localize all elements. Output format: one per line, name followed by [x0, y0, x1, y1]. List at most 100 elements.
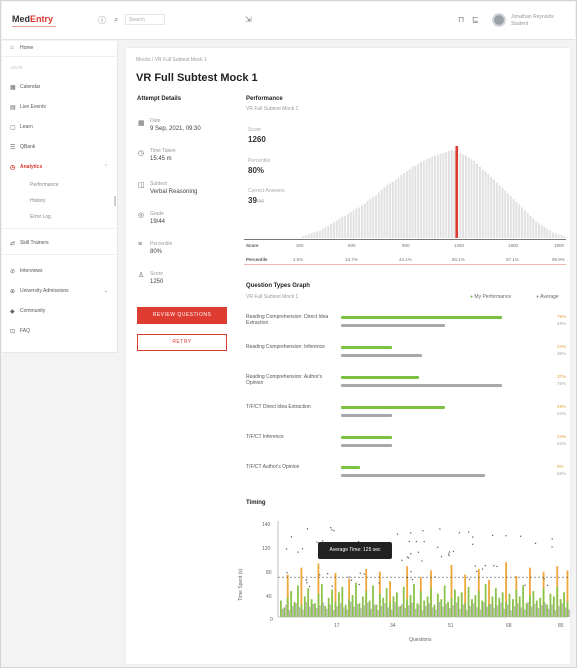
expand-icon[interactable]: ⇲ — [245, 15, 252, 24]
sidebar-item-learn[interactable]: ▢ Learn — [2, 121, 118, 133]
timing-scatter-point — [421, 560, 423, 562]
sidebar-subitem-error-log[interactable]: Error Log — [30, 214, 51, 220]
average-bar — [341, 384, 503, 387]
interviews-icon: ⊘ — [10, 268, 16, 275]
timing-bar-green — [539, 597, 542, 617]
sidebar-subitem-history[interactable]: History — [30, 198, 46, 204]
timing-bar-gray — [544, 602, 546, 617]
breadcrumb[interactable]: Mocks / VR Full Subtest Mock 1 — [136, 57, 207, 63]
logo[interactable]: MedEntry — [12, 14, 53, 24]
histogram-bar — [346, 213, 349, 238]
logo-accent-text: Entry — [30, 14, 54, 24]
info-icon[interactable]: ⓘ — [98, 15, 106, 26]
subtest-icon: ◫ — [138, 182, 145, 189]
legend-average[interactable]: ● Average — [536, 294, 559, 300]
sidebar-subitem-performance[interactable]: Performance — [30, 182, 59, 188]
timing-scatter-point — [286, 572, 288, 574]
review-questions-button[interactable]: REVIEW QUESTIONS — [137, 307, 227, 324]
timing-bar-gray — [295, 603, 297, 617]
timing-bar-green — [566, 601, 569, 617]
timing-bar-gray — [377, 610, 379, 617]
retry-button[interactable]: RETRY — [137, 334, 227, 351]
timing-bar-green — [512, 599, 514, 617]
timing-bar-green — [290, 590, 293, 617]
sidebar-item-community[interactable]: ◆ Community — [2, 305, 118, 317]
sidebar-item-label: University Admissions — [20, 288, 69, 294]
calendar-icon: ▦ — [138, 120, 145, 127]
histogram-bar — [453, 150, 456, 238]
timing-bar-green — [361, 596, 364, 617]
histogram-bar — [349, 212, 352, 238]
book-icon: ▢ — [10, 124, 16, 131]
timing-bar-green — [532, 590, 535, 617]
sidebar-item-label: Analytics — [20, 164, 43, 170]
average-value: 68% — [557, 471, 567, 476]
timing-bar-gray — [322, 602, 325, 617]
timing-bar-green — [518, 596, 521, 617]
timing-bar-green — [413, 584, 415, 617]
histogram-bar — [512, 199, 515, 238]
sidebar-item-label: FAQ — [20, 328, 31, 334]
timing-bar-green — [283, 607, 286, 617]
score-tick: 1900 — [554, 243, 565, 248]
person-icon: ♙ — [138, 272, 145, 279]
question-type-label: T/F/CT Inference — [246, 434, 284, 440]
timing-bar-gray — [435, 609, 437, 617]
timing-scatter-point — [481, 568, 484, 570]
notification-icon[interactable]: ⊑ — [472, 15, 479, 24]
timing-bar-gray — [530, 606, 533, 617]
timing-scatter-point — [309, 585, 311, 588]
bookmark-icon[interactable]: ⊓ — [458, 15, 464, 24]
sidebar-item-university-admissions[interactable]: ⊕ University Admissions — [2, 285, 118, 297]
timing-scatter-point — [401, 559, 403, 561]
sidebar-item-calendar[interactable]: ▦ Calendar — [2, 81, 118, 93]
histogram-bar — [523, 210, 526, 238]
histogram-bar — [302, 236, 305, 238]
timing-scatter-point — [306, 582, 308, 584]
histogram-bar — [462, 154, 465, 238]
timing-scatter-point — [396, 533, 399, 535]
legend-my-performance-label: My Performance — [474, 294, 512, 300]
timing-scatter-point — [472, 543, 474, 545]
timing-y-tick: 80 — [266, 570, 272, 576]
timing-bar-green — [460, 592, 463, 617]
histogram-bar — [501, 187, 504, 238]
sidebar-item-qbank[interactable]: ☰ QBank — [2, 141, 118, 153]
timing-scatter-point — [305, 579, 307, 581]
timing-bar-gray — [476, 607, 478, 617]
search-icon[interactable]: ⌕ — [114, 15, 118, 25]
histogram-bar — [397, 177, 400, 238]
sidebar-item-analytics[interactable]: ◷ Analytics — [2, 161, 118, 173]
chevron-down-icon[interactable]: ⌄ — [104, 288, 108, 294]
timing-bar-green — [375, 604, 378, 617]
timing-scatter-point — [496, 565, 498, 568]
sidebar-item-live-events[interactable]: ▤ Live Events — [2, 101, 118, 113]
percentile-tick: 2.5% — [293, 257, 304, 262]
histogram-bar — [546, 228, 549, 238]
grade-label: Grade — [150, 211, 164, 217]
chevron-up-icon[interactable]: ⌃ — [104, 164, 108, 170]
sidebar-item-home[interactable]: ⌂ Home — [2, 42, 118, 54]
histogram-bar — [380, 189, 383, 238]
user-menu[interactable]: Jonathan Reynolds Student — [511, 14, 554, 28]
average-value: 24% — [557, 441, 567, 446]
timing-bar-green — [314, 603, 316, 617]
timing-bar-green — [481, 600, 484, 617]
sidebar-item-skill-trainers[interactable]: ⇄ Skill Trainers — [2, 237, 118, 249]
histogram-bar — [529, 215, 532, 238]
histogram-axis — [244, 239, 566, 240]
timing-scatter-point — [484, 565, 486, 567]
search-input[interactable]: Search — [125, 14, 165, 25]
timing-bar-gray — [517, 603, 519, 617]
timing-bar-gray — [356, 603, 359, 617]
sidebar-item-faq[interactable]: ⊡ FAQ — [2, 325, 118, 337]
timing-bar-green — [399, 606, 402, 617]
avatar[interactable] — [492, 13, 506, 27]
histogram-bar — [400, 175, 403, 238]
timing-scatter-point — [440, 556, 443, 558]
faq-icon: ⊡ — [10, 328, 16, 335]
histogram-bar — [313, 232, 316, 238]
timing-bar-gray — [281, 608, 284, 617]
sidebar-item-interviews[interactable]: ⊘ Interviews — [2, 265, 118, 277]
legend-my-performance[interactable]: ● My Performance — [470, 294, 511, 300]
